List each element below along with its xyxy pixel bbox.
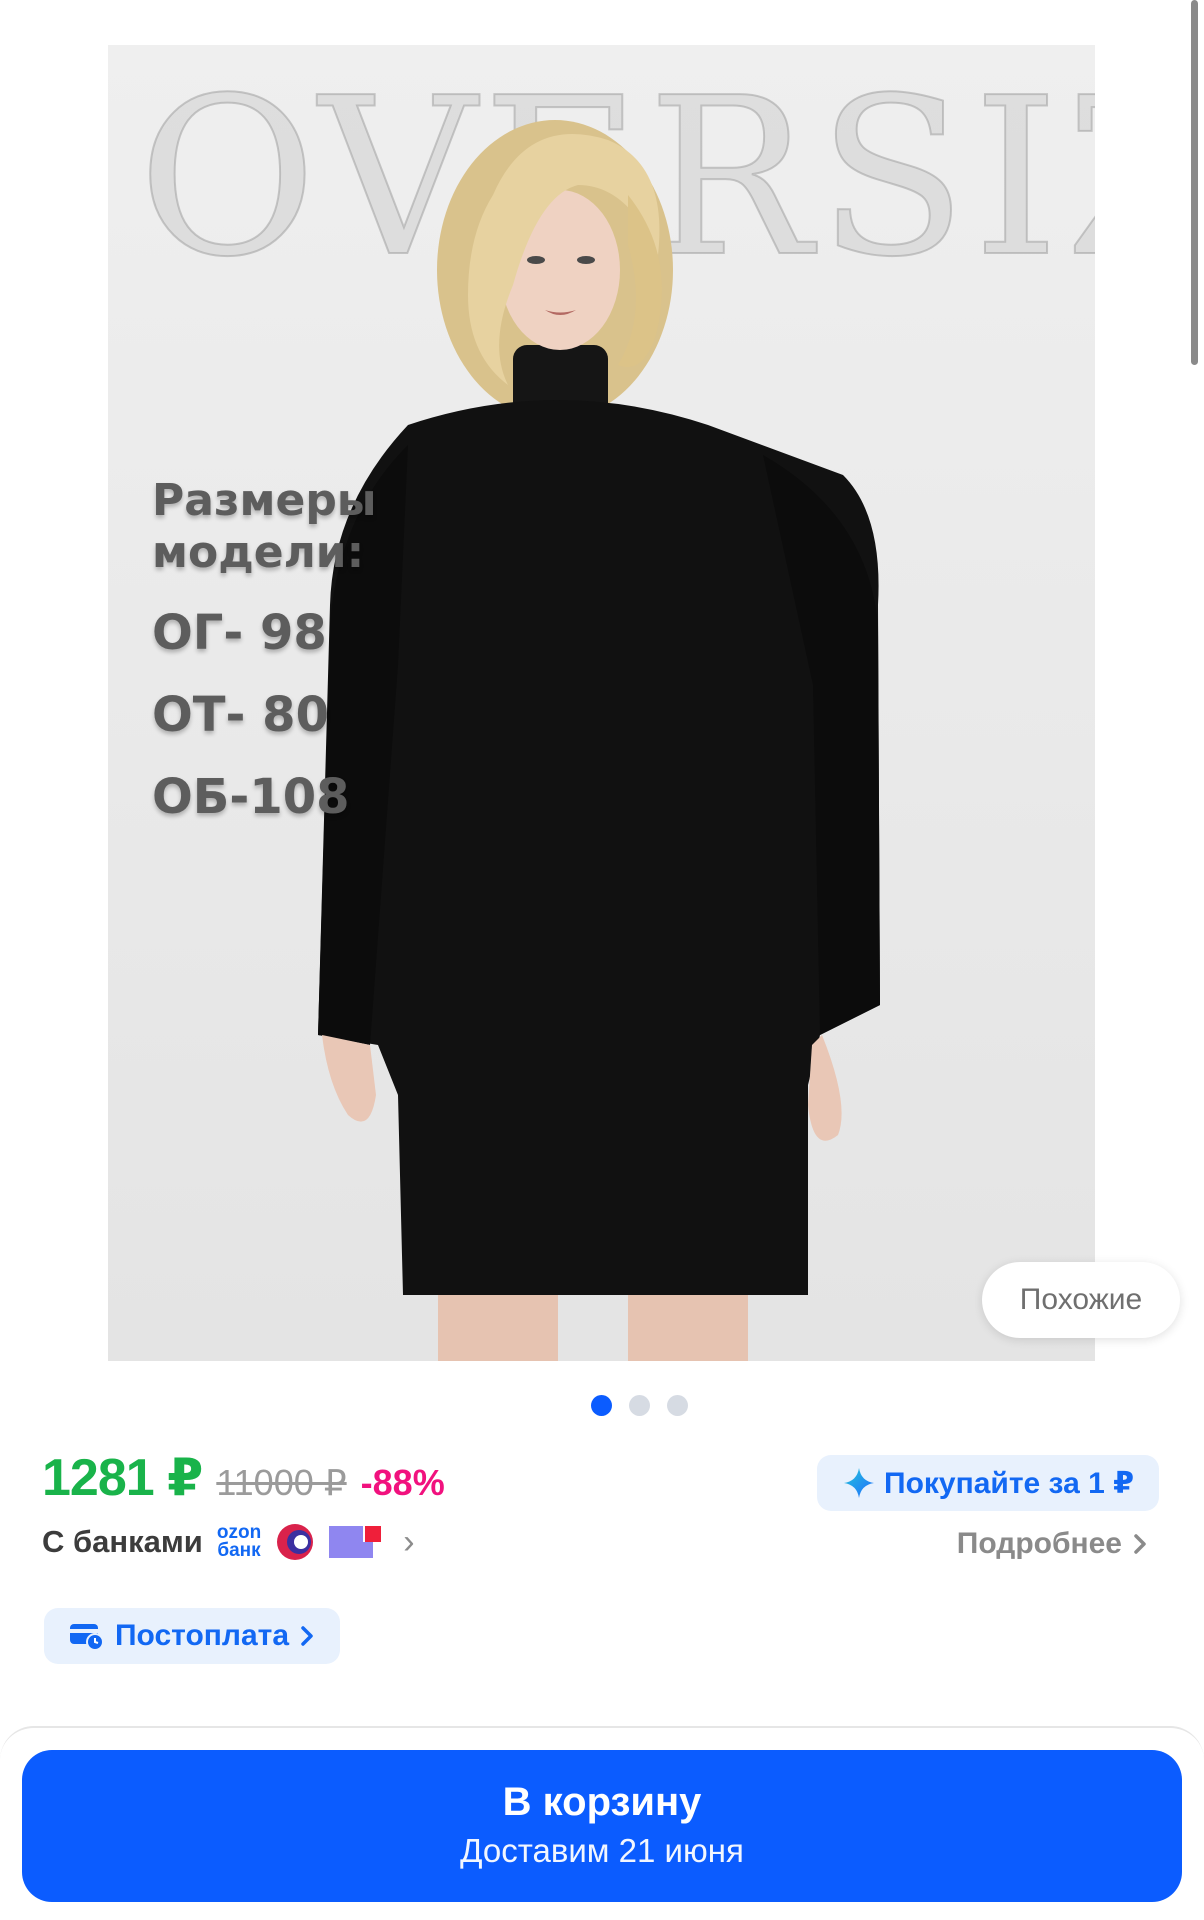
add-to-cart-button[interactable]: В корзину Доставим 21 июня: [22, 1750, 1182, 1902]
ozon-bank-icon: ozon банк: [217, 1523, 261, 1561]
sizes-heading: Размеры модели:: [152, 475, 377, 578]
product-page: OVERSIZE: [0, 0, 1204, 1920]
scrollbar[interactable]: [1191, 0, 1198, 365]
old-price: 11000 ₽: [216, 1462, 347, 1503]
measurement-waist: ОТ- 80: [152, 687, 329, 743]
sparkle-icon: [844, 1468, 874, 1498]
gallery-dot-1[interactable]: [591, 1395, 612, 1416]
chevron-right-icon: [1134, 1534, 1146, 1554]
chevron-right-icon: [301, 1626, 313, 1646]
banks-label: С банками: [42, 1524, 203, 1559]
add-to-cart-label: В корзину: [502, 1780, 702, 1824]
details-link[interactable]: Подробнее: [957, 1527, 1148, 1561]
gallery-dot-3[interactable]: [667, 1395, 688, 1416]
banks-row[interactable]: С банками ozon банк ›: [42, 1522, 415, 1562]
card-bank-icon: [277, 1524, 314, 1560]
current-price: 1281 ₽: [42, 1449, 203, 1507]
similar-button[interactable]: Похожие: [982, 1262, 1180, 1338]
measurement-chest: ОГ- 98: [152, 605, 327, 661]
model-sizes: Размеры модели: ОГ- 98 ОТ- 80 ОБ-108: [152, 475, 412, 825]
gallery-dot-2[interactable]: [629, 1395, 650, 1416]
gallery-pagination: [591, 1395, 688, 1416]
measurement-hips: ОБ-108: [152, 769, 350, 825]
postpay-chip[interactable]: Постоплата: [44, 1608, 340, 1664]
buy-for-1-ruble-chip[interactable]: Покупайте за 1 ₽: [817, 1455, 1159, 1511]
flag-bank-icon: [329, 1526, 382, 1558]
buy-for-1-label: Покупайте за 1 ₽: [884, 1466, 1134, 1500]
ozon-logo-bottom: банк: [217, 1540, 261, 1561]
delivery-date: Доставим 21 июня: [460, 1832, 744, 1869]
postpay-label: Постоплата: [114, 1619, 290, 1652]
discount-badge: -88%: [360, 1462, 445, 1503]
card-clock-icon: [69, 1624, 104, 1651]
details-link-label: Подробнее: [956, 1527, 1122, 1560]
chevron-right-icon: ›: [403, 1522, 415, 1561]
product-photo[interactable]: OVERSIZE: [108, 45, 1095, 1361]
price-row: 1281 ₽ 11000 ₽ -88%: [42, 1448, 445, 1508]
